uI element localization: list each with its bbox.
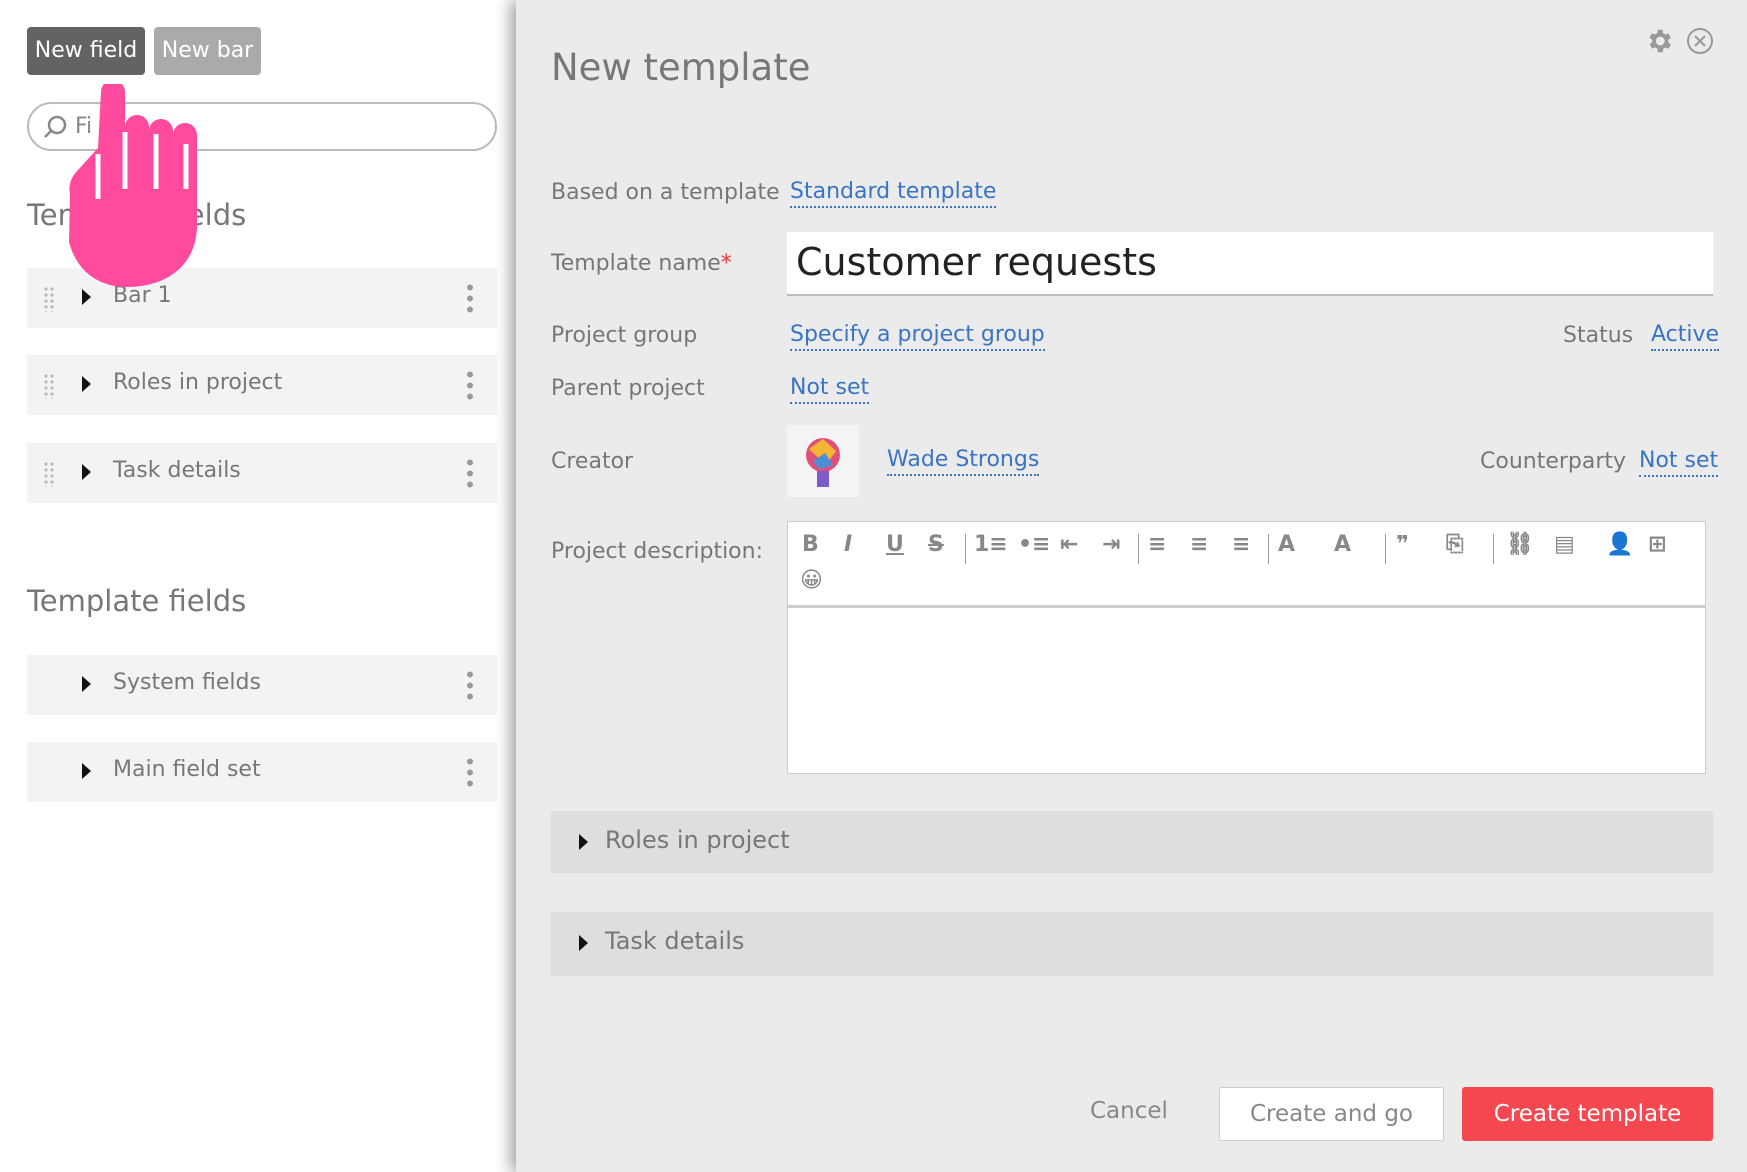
description-editor[interactable]: B I U S 1≡ •≡ ⇤ ⇥ ≡ ≡ ≡ A A ❞ ⎘ ⛓ ▤ 👤 ⊞ 😀	[787, 521, 1706, 774]
emoji-icon[interactable]: 😀	[800, 568, 823, 593]
fields-heading: Template fields	[27, 584, 247, 618]
toolbar-divider	[965, 534, 966, 564]
search-icon	[44, 115, 67, 138]
new-template-dialog: New template Based on a template Standar…	[516, 0, 1747, 1172]
new-field-button[interactable]: New field	[27, 27, 145, 75]
required-mark: *	[720, 251, 732, 276]
align-left-icon[interactable]: ≡	[1148, 532, 1166, 557]
toolbar-divider	[1138, 534, 1139, 564]
expand-icon[interactable]	[82, 676, 91, 692]
list-item[interactable]: System fields	[27, 655, 497, 715]
bold-icon[interactable]: B	[802, 532, 819, 557]
align-center-icon[interactable]: ≡	[1190, 532, 1208, 557]
list-item[interactable]: Main field set	[27, 742, 497, 802]
underline-icon[interactable]: U	[886, 532, 904, 557]
section-label: Task details	[605, 927, 745, 955]
toolbar-divider	[1385, 534, 1386, 564]
list-item[interactable]: Roles in project	[27, 355, 497, 415]
task-details-section[interactable]: Task details	[551, 912, 1713, 976]
font-color-icon[interactable]: A	[1278, 532, 1295, 557]
source-icon[interactable]: ▤	[1554, 532, 1575, 557]
item-label: Task details	[113, 458, 241, 483]
avatar[interactable]	[787, 425, 859, 497]
counterparty-label: Counterparty	[1480, 449, 1627, 474]
more-icon[interactable]	[467, 669, 473, 701]
blockquote-icon[interactable]: ❞	[1396, 532, 1409, 557]
more-icon[interactable]	[467, 282, 473, 314]
project-group-link[interactable]: Specify a project group	[790, 321, 1045, 351]
close-icon[interactable]	[1686, 27, 1714, 55]
based-on-label: Based on a template	[551, 180, 780, 205]
section-label: Roles in project	[605, 826, 790, 854]
drag-handle-icon[interactable]	[43, 373, 55, 399]
toolbar-divider	[1268, 534, 1269, 564]
toolbar-divider	[1493, 534, 1494, 564]
item-label: Roles in project	[113, 370, 283, 395]
editor-toolbar: B I U S 1≡ •≡ ⇤ ⇥ ≡ ≡ ≡ A A ❞ ⎘ ⛓ ▤ 👤 ⊞ 😀	[788, 522, 1705, 608]
project-group-label: Project group	[551, 323, 698, 348]
creator-label: Creator	[551, 449, 634, 474]
creator-link[interactable]: Wade Strongs	[887, 446, 1040, 476]
status-link[interactable]: Active	[1651, 321, 1720, 351]
new-bar-button[interactable]: New bar	[154, 27, 261, 75]
outdent-icon[interactable]: ⇤	[1060, 532, 1078, 557]
status-label: Status	[1563, 323, 1634, 348]
counterparty-link[interactable]: Not set	[1639, 447, 1719, 477]
indent-icon[interactable]: ⇥	[1102, 532, 1120, 557]
paste-text-icon[interactable]: ⎘	[1446, 532, 1464, 557]
create-and-go-button[interactable]: Create and go	[1219, 1087, 1444, 1141]
gear-icon[interactable]	[1644, 26, 1674, 56]
more-icon[interactable]	[467, 457, 473, 489]
dialog-title: New template	[551, 46, 811, 89]
description-label: Project description:	[551, 539, 763, 564]
align-right-icon[interactable]: ≡	[1232, 532, 1250, 557]
italic-icon[interactable]: I	[844, 532, 852, 557]
expand-icon[interactable]	[579, 935, 588, 951]
insert-table-icon[interactable]: ⊞	[1648, 532, 1666, 557]
hand-cursor-icon	[69, 84, 197, 287]
expand-icon[interactable]	[579, 834, 588, 850]
more-icon[interactable]	[467, 756, 473, 788]
list-item[interactable]: Task details	[27, 443, 497, 503]
bullet-list-icon[interactable]: •≡	[1018, 532, 1051, 557]
drag-handle-icon[interactable]	[43, 286, 55, 312]
link-icon[interactable]: ⛓	[1506, 532, 1534, 557]
item-label: System fields	[113, 670, 261, 695]
cancel-button[interactable]: Cancel	[1090, 1098, 1168, 1124]
more-icon[interactable]	[467, 369, 473, 401]
create-template-button[interactable]: Create template	[1462, 1087, 1713, 1141]
user-icon[interactable]: 👤	[1606, 532, 1633, 557]
strikethrough-icon[interactable]: S	[928, 532, 944, 557]
drag-handle-icon[interactable]	[43, 461, 55, 487]
expand-icon[interactable]	[82, 763, 91, 779]
roles-section[interactable]: Roles in project	[551, 811, 1713, 873]
template-name-label: Template name	[551, 251, 721, 276]
parent-project-label: Parent project	[551, 376, 705, 401]
expand-icon[interactable]	[82, 464, 91, 480]
item-label: Main field set	[113, 757, 261, 782]
template-name-input[interactable]: Customer requests	[787, 232, 1713, 296]
expand-icon[interactable]	[82, 376, 91, 392]
parent-project-link[interactable]: Not set	[790, 374, 870, 404]
background-color-icon[interactable]: A	[1334, 532, 1351, 557]
numbered-list-icon[interactable]: 1≡	[974, 532, 1008, 557]
based-on-link[interactable]: Standard template	[790, 178, 997, 208]
